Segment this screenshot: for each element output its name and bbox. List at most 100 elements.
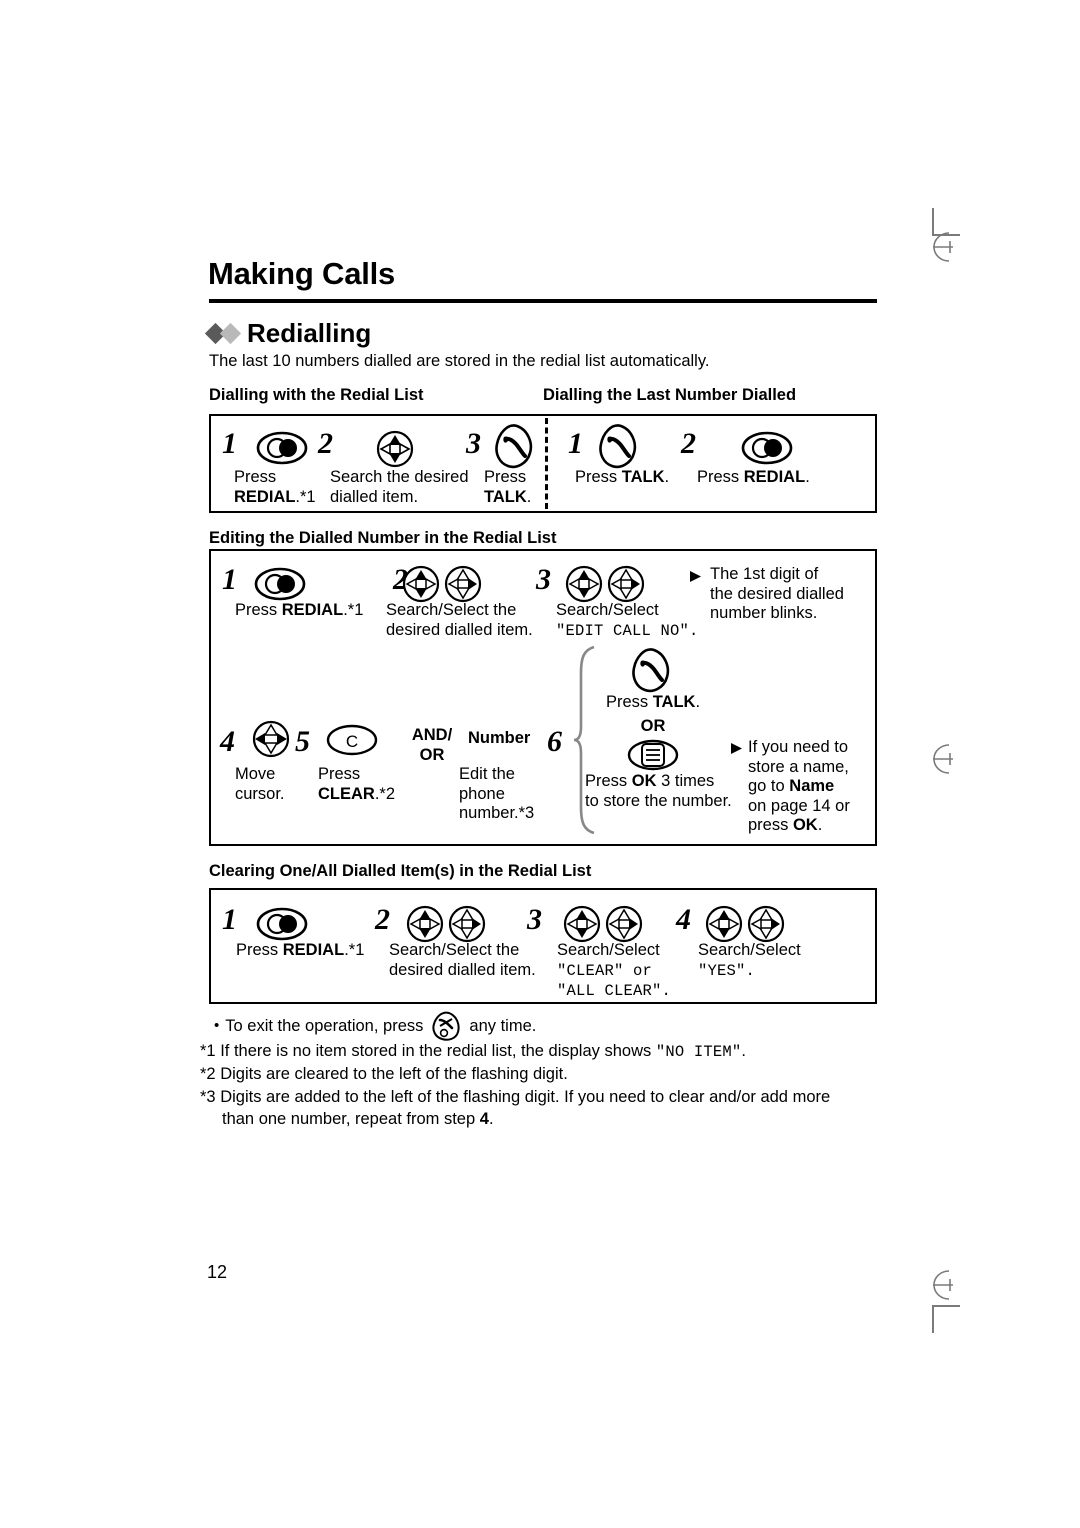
caption-bold: REDIAL xyxy=(281,601,344,619)
editing-note-1st-digit: The 1st digit of the desired dialled num… xyxy=(710,565,870,624)
note-line3: number blinks. xyxy=(710,604,818,622)
subheading-dialling-with-redial-list: Dialling with the Redial List xyxy=(209,386,424,404)
footnote-2: *2 Digits are cleared to the left of the… xyxy=(200,1063,880,1085)
step-number: 1 xyxy=(222,563,237,596)
caption-display-text: "CLEAR" or xyxy=(557,961,653,980)
caption-prefix: Press xyxy=(697,468,744,486)
caption-suffix: . xyxy=(695,693,701,711)
caption-tail: .*1 xyxy=(295,487,316,506)
caption-line2: desired dialled item. xyxy=(389,960,536,979)
step-caption: Press CLEAR.*2 xyxy=(318,765,438,804)
footnote-2-label: *2 xyxy=(200,1065,216,1083)
note-line3-prefix: go to xyxy=(748,777,790,795)
connector-line1: AND/ xyxy=(411,726,453,744)
caption-line1: Search the desired xyxy=(330,468,469,486)
step-number: 3 xyxy=(527,903,542,936)
step-number: 2 xyxy=(318,427,333,460)
note-line5-prefix: press xyxy=(748,816,793,834)
number-block-heading: Number xyxy=(468,729,531,747)
caption-suffix: .*1 xyxy=(344,941,365,959)
redial-button-icon xyxy=(256,430,308,471)
caption-display-text-2: "ALL CLEAR". xyxy=(557,982,672,1000)
step-caption: Search/Select "EDIT CALL NO". xyxy=(556,601,731,641)
footnote-1-text-a: If there is no item stored in the redial… xyxy=(220,1042,656,1060)
step-caption: Press REDIAL.*1 xyxy=(235,601,395,621)
note-line4: on page 14 or xyxy=(748,796,850,815)
footnote-2-text: Digits are cleared to the left of the fl… xyxy=(220,1065,568,1083)
step-caption: Search/Select the desired dialled item. xyxy=(389,941,579,980)
step6-ok-caption: Press OK 3 times to store the number. xyxy=(585,772,765,811)
caption-prefix: Press xyxy=(236,941,283,959)
footnote-bullet: • To exit the operation, press any time. xyxy=(214,1011,874,1041)
step-caption: Press REDIAL.*1 xyxy=(236,941,396,961)
caption-display-text: "EDIT CALL NO". xyxy=(556,621,699,640)
footnote-1: *1 If there is no item stored in the red… xyxy=(200,1040,880,1063)
footnote-1-display-text: "NO ITEM" xyxy=(655,1043,742,1061)
step-number: 4 xyxy=(220,725,235,758)
caption-line1: Press xyxy=(234,468,277,486)
footnote-3-step-ref: 4 xyxy=(479,1110,489,1128)
caption-bold: OK xyxy=(631,772,657,790)
arrow-bullet-icon xyxy=(729,740,745,761)
caption-line1: Press xyxy=(484,468,527,486)
caption-bold: REDIAL xyxy=(743,468,806,486)
note-line3-bold: Name xyxy=(789,777,835,795)
step6-or-label: OR xyxy=(640,717,666,735)
caption-tail: .*2 xyxy=(374,784,396,803)
step-number: 2 xyxy=(681,427,696,460)
off-button-icon xyxy=(429,1011,463,1041)
section-heading: Redialling xyxy=(204,318,372,349)
caption-prefix: Press xyxy=(585,772,632,790)
caption-suffix: . xyxy=(664,468,670,486)
caption-line1: Search/Select xyxy=(556,601,659,619)
step6-talk-caption: Press TALK. xyxy=(588,693,718,713)
step-number: 1 xyxy=(568,427,583,460)
redial-button-icon xyxy=(741,430,793,471)
caption-suffix: . xyxy=(805,468,810,486)
step-number: 4 xyxy=(676,903,691,936)
step-caption: Press REDIAL.*1 xyxy=(234,468,339,507)
step-number: 6 xyxy=(547,725,562,758)
caption-prefix: Press xyxy=(235,601,282,619)
caption-bold: CLEAR xyxy=(318,784,375,803)
caption-display-text: "YES". xyxy=(698,961,756,980)
caption-suffix: .*1 xyxy=(343,601,364,619)
caption-prefix: Press xyxy=(605,693,653,711)
title-rule xyxy=(209,299,877,303)
step-caption: Press REDIAL. xyxy=(697,468,857,488)
navigator-leftright-icon xyxy=(247,718,295,765)
note-line1: If you need to xyxy=(748,738,848,756)
caption-bold: REDIAL xyxy=(234,487,296,506)
bullet-dot: • xyxy=(214,1017,220,1034)
caption-suffix: 3 times xyxy=(656,772,715,790)
step-caption: Press TALK. xyxy=(484,468,564,507)
step-number: 1 xyxy=(222,903,237,936)
editing-note-store-name: If you need to store a name, go to Name … xyxy=(748,738,868,836)
caption-line2: dialled item. xyxy=(330,487,419,506)
step-caption: Search/Select "YES". xyxy=(698,941,858,981)
caption-line2: cursor. xyxy=(235,784,285,803)
caption-line1: Move xyxy=(235,765,276,783)
section-heading-label: Redialling xyxy=(247,318,372,348)
clear-button-icon: C xyxy=(326,722,378,763)
caption-tail: . xyxy=(526,487,532,506)
caption-line1: Press xyxy=(318,765,361,783)
caption-line1: Search/Select xyxy=(557,941,660,959)
subheading-dialling-last-number: Dialling the Last Number Dialled xyxy=(543,386,797,404)
footnote-3-text-b-prefix: than one number, repeat from step xyxy=(222,1110,480,1128)
footnote-3-label: *3 xyxy=(200,1088,216,1106)
footnote-1-text-b: . xyxy=(741,1042,746,1060)
caption-line3: number.*3 xyxy=(459,804,535,822)
registration-target-middle xyxy=(925,742,959,776)
step-number: 5 xyxy=(295,725,310,758)
manual-page: Making Calls Redialling The last 10 numb… xyxy=(0,0,1080,1528)
note-line2: store a name, xyxy=(748,757,849,776)
connector-line2: OR xyxy=(419,745,445,764)
note-line1: The 1st digit of xyxy=(710,565,819,583)
step-caption: Search the desired dialled item. xyxy=(330,468,500,507)
step-caption: Press TALK. xyxy=(575,468,705,488)
registration-target-top xyxy=(925,230,959,264)
arrow-bullet-icon xyxy=(688,568,704,589)
number-block-caption: Edit the phone number.*3 xyxy=(459,765,569,824)
step-number: 3 xyxy=(466,427,481,460)
